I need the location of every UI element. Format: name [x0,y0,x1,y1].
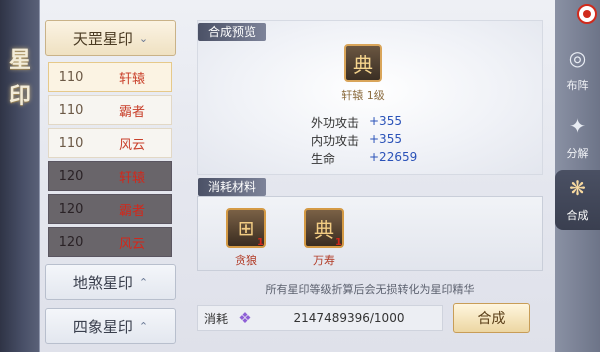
nav-label: 合成 [566,209,589,222]
seal-name: 轩辕 [118,71,145,87]
nav-combine[interactable]: ❋ 合成 [555,170,600,230]
category-label: 四象星印 [72,317,133,336]
seal-level: 120 [58,201,84,217]
combine-button[interactable]: 合成 [453,303,530,333]
seal-row[interactable]: 110 轩辕 [48,62,172,92]
combine-icon: ❋ [569,176,586,200]
seal-row[interactable]: 120 轩辕 [48,161,172,191]
material-name: 万寿 [313,254,335,267]
chevron-up-icon: ⌃ [138,319,149,333]
right-nav: ◎ 布阵 ✦ 分解 ❋ 合成 [555,0,600,352]
seal-row[interactable]: 120 霸者 [48,194,172,224]
close-icon [583,10,591,18]
seal-category-list: 天罡星印 ⌄ 110 轩辕 110 霸者 110 风云 120 轩辕 120 霸… [45,20,176,352]
consume-tag: 消耗材料 [198,178,267,196]
close-button[interactable] [577,4,597,24]
nav-label: 分解 [566,147,589,160]
seal-name: 风云 [118,137,145,153]
material-name: 贪狼 [235,254,257,267]
cost-value: 2147489396/1000 [293,311,405,325]
purple-crystal-icon: ❖ [238,309,252,327]
material-count: 1 [257,237,264,248]
conversion-note: 所有星印等级折算后会无损转化为星印精华 [265,283,475,296]
nav-decompose[interactable]: ✦ 分解 [557,108,598,168]
stat-row: 内功攻击 +355 [311,132,461,148]
stat-value: +355 [369,114,402,128]
seal-level: 120 [58,168,84,184]
panel-title-strip: 星 印 [0,0,40,352]
stat-label: 内功攻击 [311,134,360,148]
seal-name: 霸者 [118,203,145,219]
panel-title-char-2: 印 [8,84,31,109]
result-seal-caption: 轩辕 1级 [341,89,385,102]
stat-value: +355 [369,132,402,146]
preview-tag: 合成预览 [198,23,267,41]
formation-icon: ◎ [568,46,587,70]
chevron-up-icon: ⌃ [138,275,149,289]
panel-title-char-1: 星 [8,48,31,73]
nav-formation[interactable]: ◎ 布阵 [557,40,598,100]
cost-label: 消耗 [203,311,228,326]
category-disha[interactable]: 地煞星印 ⌃ [45,264,176,300]
stat-row: 外功攻击 +355 [311,114,461,130]
stat-label: 外功攻击 [311,116,360,130]
seal-name: 风云 [118,236,145,252]
category-label: 天罡星印 [72,29,133,48]
seal-row[interactable]: 120 风云 [48,227,172,257]
result-seal-icon[interactable]: 典 [344,44,382,82]
stat-row: 生命 +22659 [311,150,461,166]
seal-level: 120 [58,234,84,250]
category-tiangang[interactable]: 天罡星印 ⌄ [45,20,176,56]
material-count: 1 [335,237,342,248]
seal-level: 110 [58,69,84,85]
chevron-down-icon: ⌄ [138,31,149,45]
seal-name: 轩辕 [118,170,145,186]
decompose-icon: ✦ [569,114,586,138]
cost-bar: 消耗 ❖ 2147489396/1000 [197,305,443,331]
seal-name: 霸者 [118,104,145,120]
seal-level: 110 [58,135,84,151]
stat-value: +22659 [369,150,418,164]
category-sixiang[interactable]: 四象星印 ⌃ [45,308,176,344]
seal-level: 110 [58,102,84,118]
seal-row[interactable]: 110 风云 [48,128,172,158]
seal-row[interactable]: 110 霸者 [48,95,172,125]
stat-label: 生命 [311,152,336,166]
nav-label: 布阵 [566,79,589,92]
category-label: 地煞星印 [72,273,133,292]
